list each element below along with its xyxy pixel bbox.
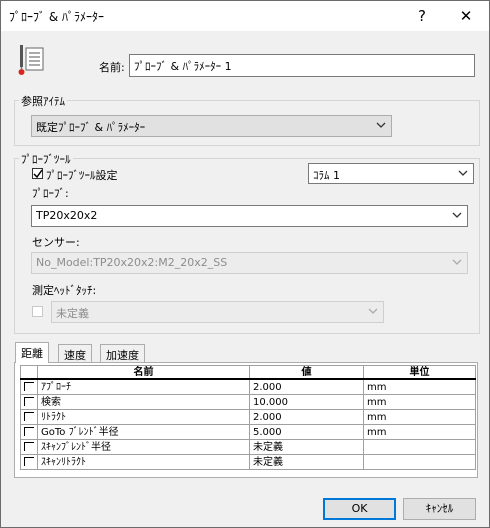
chevron-down-icon — [368, 308, 378, 314]
cancel-button[interactable]: ｷｬﾝｾﾙ — [403, 498, 476, 520]
sensor-select: No_Model:TP20x20x2:M2_20x2_SS — [31, 252, 468, 274]
head-touch-select: 未定義 — [51, 301, 384, 323]
row-unit: mm — [363, 424, 476, 440]
row-checkbox[interactable] — [20, 409, 38, 425]
probe-tool-group-title: ﾌﾟﾛｰﾌﾞﾂｰﾙ — [19, 151, 73, 167]
table-row[interactable]: ﾘﾄﾗｸﾄ 2.000 mm — [20, 409, 476, 425]
row-name: ｱﾌﾟﾛｰﾁ — [37, 378, 250, 395]
head-touch-label: 測定ﾍｯﾄﾞﾀｯﾁ: — [32, 284, 97, 297]
table-row[interactable]: 検索 10.000 mm — [20, 394, 476, 410]
tab-distance[interactable]: 距離 — [15, 342, 49, 363]
row-value[interactable]: 10.000 — [249, 394, 364, 410]
probe-tool-settings-checkbox[interactable] — [32, 168, 43, 179]
row-checkbox[interactable] — [20, 394, 38, 410]
ok-button[interactable]: OK — [323, 498, 396, 520]
row-unit — [363, 439, 476, 455]
row-value[interactable]: 2.000 — [249, 378, 364, 395]
row-value[interactable]: 5.000 — [249, 424, 364, 440]
chevron-down-icon — [376, 122, 386, 128]
name-input[interactable]: ﾌﾟﾛｰﾌﾞ & ﾊﾟﾗﾒｰﾀｰ 1 — [129, 54, 475, 77]
row-name: ｽｷｬﾝﾘﾄﾗｸﾄ — [37, 454, 250, 470]
tab-speed[interactable]: 速度 — [58, 344, 92, 362]
head-touch-select-value: 未定義 — [56, 307, 89, 320]
row-unit: mm — [363, 394, 476, 410]
row-name: 検索 — [37, 394, 250, 410]
row-name: GoTo ﾌﾞﾚﾝﾄﾞ半径 — [37, 424, 250, 440]
row-checkbox[interactable] — [20, 378, 38, 395]
row-checkbox[interactable] — [20, 424, 38, 440]
chevron-down-icon — [452, 212, 462, 218]
header-value: 値 — [249, 365, 364, 380]
check-icon — [33, 169, 43, 179]
row-name: ﾘﾄﾗｸﾄ — [37, 409, 250, 425]
reference-item-select-value: 既定ﾌﾟﾛｰﾌﾞ & ﾊﾟﾗﾒｰﾀｰ — [36, 121, 146, 134]
help-button[interactable]: ? — [409, 5, 435, 27]
row-value[interactable]: 未定義 — [249, 439, 364, 455]
table-row[interactable]: ｱﾌﾟﾛｰﾁ 2.000 mm — [20, 378, 476, 395]
row-checkbox[interactable] — [20, 439, 38, 455]
reference-item-select[interactable]: 既定ﾌﾟﾛｰﾌﾞ & ﾊﾟﾗﾒｰﾀｰ — [31, 115, 392, 137]
row-value[interactable]: 2.000 — [249, 409, 364, 425]
row-unit — [363, 454, 476, 470]
column-select[interactable]: ｺﾗﾑ 1 — [308, 163, 474, 184]
probe-select-value: TP20x20x2 — [36, 209, 98, 222]
header-check-column — [20, 365, 38, 380]
probe-tool-settings-label: ﾌﾟﾛｰﾌﾞﾂｰﾙ設定 — [46, 169, 118, 182]
distance-tab-panel: 名前 値 単位 ｱﾌﾟﾛｰﾁ 2.000 mm 検索 10.000 mm ﾘﾄﾗ… — [14, 362, 478, 478]
table-row[interactable]: ｽｷｬﾝﾌﾞﾚﾝﾄﾞ半径 未定義 — [20, 439, 476, 455]
window-title: ﾌﾟﾛｰﾌﾞ & ﾊﾟﾗﾒｰﾀｰ — [9, 10, 104, 24]
dialog-window: ﾌﾟﾛｰﾌﾞ & ﾊﾟﾗﾒｰﾀｰ ? ✕ 名前: ﾌﾟﾛｰﾌﾞ & ﾊﾟﾗﾒｰﾀ… — [0, 0, 490, 528]
sensor-label: センサー: — [32, 236, 80, 249]
row-checkbox[interactable] — [20, 454, 38, 470]
tab-acceleration[interactable]: 加速度 — [100, 344, 145, 362]
row-value[interactable]: 未定義 — [249, 454, 364, 470]
table-row[interactable]: GoTo ﾌﾞﾚﾝﾄﾞ半径 5.000 mm — [20, 424, 476, 440]
header-unit: 単位 — [363, 365, 476, 380]
table-row[interactable]: ｽｷｬﾝﾘﾄﾗｸﾄ 未定義 — [20, 454, 476, 470]
close-button[interactable]: ✕ — [453, 5, 479, 27]
title-bar: ﾌﾟﾛｰﾌﾞ & ﾊﾟﾗﾒｰﾀｰ ? ✕ — [1, 1, 489, 31]
probe-label: ﾌﾟﾛｰﾌﾞ: — [32, 187, 69, 200]
probe-select[interactable]: TP20x20x2 — [31, 205, 468, 227]
table-header-row: 名前 値 単位 — [20, 365, 476, 380]
header-name: 名前 — [37, 365, 250, 380]
sensor-select-value: No_Model:TP20x20x2:M2_20x2_SS — [36, 256, 228, 269]
row-unit: mm — [363, 378, 476, 395]
chevron-down-icon — [452, 259, 462, 265]
head-touch-checkbox — [32, 306, 43, 317]
row-unit: mm — [363, 409, 476, 425]
row-name: ｽｷｬﾝﾌﾞﾚﾝﾄﾞ半径 — [37, 439, 250, 455]
probe-list-icon — [18, 45, 44, 75]
parameter-table: 名前 値 単位 ｱﾌﾟﾛｰﾁ 2.000 mm 検索 10.000 mm ﾘﾄﾗ… — [20, 365, 476, 470]
column-select-value: ｺﾗﾑ 1 — [313, 169, 340, 182]
reference-item-group-title: 参照ｱｲﾃﾑ — [19, 93, 67, 109]
chevron-down-icon — [458, 170, 468, 176]
name-label: 名前: — [99, 61, 125, 74]
